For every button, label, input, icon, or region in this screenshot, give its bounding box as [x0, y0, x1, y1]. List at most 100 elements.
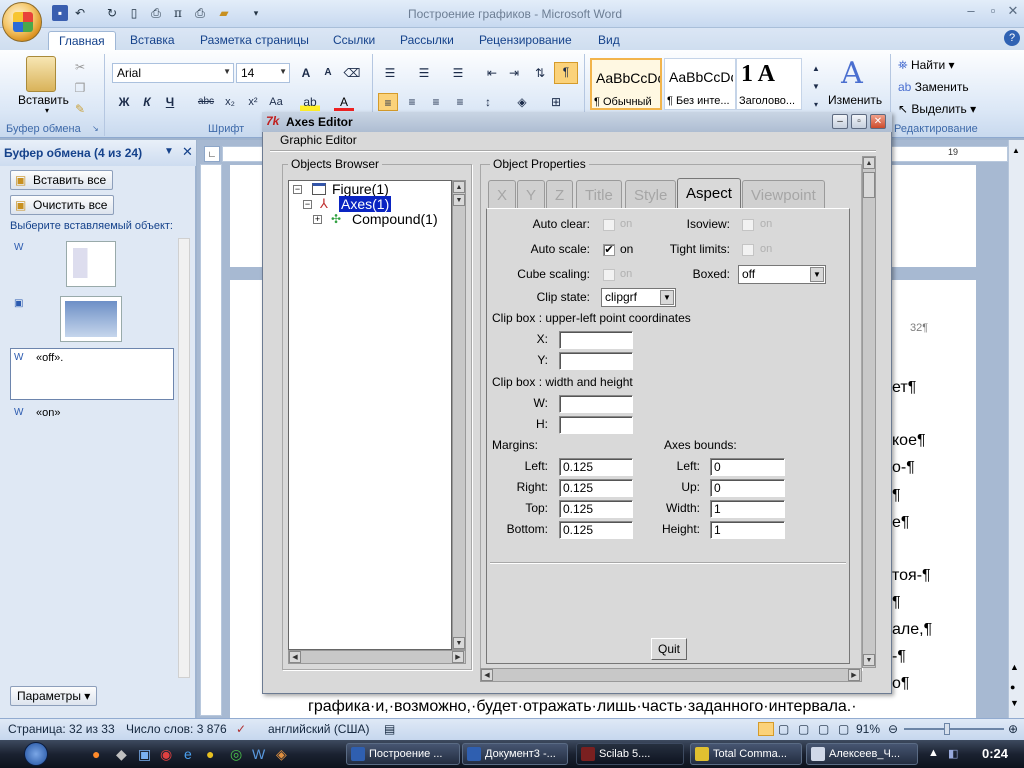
- clipboard-scrollbar[interactable]: [178, 238, 190, 678]
- strikethrough-icon[interactable]: abc: [196, 93, 216, 111]
- select-button[interactable]: ↖ Выделить ▾: [898, 102, 976, 116]
- clipboard-item-1[interactable]: [66, 241, 116, 287]
- bound-height-input[interactable]: 1: [710, 521, 785, 539]
- taskbar-task-totalcmd[interactable]: Total Comma...: [690, 743, 802, 765]
- clipboard-launcher-icon[interactable]: ↘: [92, 124, 99, 133]
- clear-format-icon[interactable]: ⌫: [342, 64, 362, 82]
- object-tree[interactable]: [288, 180, 452, 650]
- close-icon[interactable]: ✕: [1002, 2, 1024, 20]
- bound-up-input[interactable]: 0: [710, 479, 785, 497]
- zoom-in-icon[interactable]: ⊕: [1008, 722, 1018, 736]
- paste-all-button[interactable]: ▣ Вставить все: [10, 170, 114, 190]
- zoom-slider-thumb[interactable]: [944, 723, 950, 735]
- scroll-left-icon[interactable]: ◀: [481, 669, 493, 681]
- tab-viewpoint[interactable]: Viewpoint: [742, 180, 825, 208]
- firefox-icon[interactable]: ●: [92, 746, 100, 762]
- preview-icon[interactable]: ⎙: [148, 5, 164, 21]
- clip-x-input[interactable]: [559, 331, 633, 349]
- maximize-icon[interactable]: ▫: [851, 114, 867, 129]
- tree-node-compound[interactable]: Compound(1): [352, 211, 438, 227]
- axes-editor-titlebar[interactable]: 7k Axes Editor – ▫ ✕: [262, 112, 892, 132]
- underline-icon[interactable]: Ч: [160, 93, 180, 111]
- clip-w-input[interactable]: [559, 395, 633, 413]
- open-icon[interactable]: ▰: [216, 5, 232, 21]
- styles-scroll-down-icon[interactable]: ▼: [806, 78, 826, 96]
- help-icon[interactable]: ?: [1004, 30, 1020, 46]
- show-marks-icon[interactable]: ¶: [554, 62, 578, 84]
- clip-y-input[interactable]: [559, 352, 633, 370]
- ie-icon[interactable]: e: [184, 746, 192, 762]
- margin-right-input[interactable]: 0.125: [559, 479, 633, 497]
- margin-bottom-input[interactable]: 0.125: [559, 521, 633, 539]
- app-icon[interactable]: W: [252, 746, 265, 762]
- pane-close-icon[interactable]: ✕: [182, 144, 193, 160]
- clear-all-button[interactable]: ▣ Очистить все: [10, 195, 115, 215]
- zoom-out-icon[interactable]: ⊖: [888, 722, 898, 736]
- save-icon[interactable]: ▪: [52, 5, 68, 21]
- tree-node-axes[interactable]: Axes(1): [339, 196, 392, 212]
- tab-mailings[interactable]: Рассылки: [400, 31, 454, 50]
- cube-scaling-checkbox[interactable]: [603, 269, 615, 281]
- tab-y[interactable]: Y: [517, 180, 546, 208]
- style-normal[interactable]: AaBbCcDc ¶ Обычный: [590, 58, 662, 110]
- bound-left-input[interactable]: 0: [710, 458, 785, 476]
- clipboard-item-3[interactable]: [10, 348, 174, 400]
- font-name-combo[interactable]: Arial ▼: [112, 63, 234, 83]
- close-icon[interactable]: ✕: [870, 114, 886, 129]
- scroll-up-icon[interactable]: ▲: [453, 181, 465, 193]
- tree-vertical-scrollbar[interactable]: [452, 180, 466, 650]
- document-scrollbar[interactable]: [1008, 140, 1024, 718]
- outline-icon[interactable]: ▢: [818, 722, 829, 736]
- tab-page-layout[interactable]: Разметка страницы: [200, 31, 309, 50]
- macro-icon[interactable]: ▤: [384, 722, 395, 736]
- zoom-slider[interactable]: [904, 728, 1004, 730]
- change-styles-button[interactable]: Изменить: [828, 93, 882, 107]
- collapse-icon[interactable]: −: [293, 185, 302, 194]
- multilevel-list-icon[interactable]: ☰: [448, 64, 468, 82]
- copy-icon[interactable]: ❐: [70, 79, 90, 97]
- tab-x[interactable]: X: [488, 180, 517, 208]
- taskbar-task-word2[interactable]: Документ3 -...: [462, 743, 568, 765]
- print-layout-icon[interactable]: [758, 722, 774, 736]
- decrease-indent-icon[interactable]: ⇤: [482, 64, 502, 82]
- highlight-icon[interactable]: ab: [300, 93, 320, 111]
- restore-icon[interactable]: ▫: [982, 2, 1004, 20]
- auto-clear-checkbox[interactable]: [603, 219, 615, 231]
- full-screen-icon[interactable]: ▢: [778, 722, 789, 736]
- italic-icon[interactable]: К: [137, 93, 157, 111]
- sort-icon[interactable]: ⇅: [530, 64, 550, 82]
- status-words[interactable]: Число слов: 3 876: [126, 722, 227, 736]
- font-color-icon[interactable]: A: [334, 93, 354, 111]
- office-button[interactable]: [2, 2, 42, 42]
- align-center-icon[interactable]: ≡: [402, 93, 422, 111]
- scroll-down-icon[interactable]: ▼: [453, 194, 465, 206]
- cut-icon[interactable]: ✂: [70, 58, 90, 76]
- bound-width-input[interactable]: 1: [710, 500, 785, 518]
- expand-icon[interactable]: +: [313, 215, 322, 224]
- scroll-up-icon[interactable]: ▲: [1009, 146, 1023, 160]
- borders-icon[interactable]: ⊞: [546, 93, 566, 111]
- next-page-icon[interactable]: ▼: [1010, 698, 1022, 712]
- properties-horizontal-scrollbar[interactable]: [480, 668, 862, 682]
- tab-z[interactable]: Z: [546, 180, 574, 208]
- auto-scale-checkbox[interactable]: ✔: [603, 244, 615, 256]
- superscript-icon[interactable]: x²: [243, 93, 263, 111]
- options-button[interactable]: Параметры ▾: [10, 686, 98, 706]
- replace-button[interactable]: ab Заменить: [898, 80, 969, 94]
- margin-left-input[interactable]: 0.125: [559, 458, 633, 476]
- spelling-icon[interactable]: ✓: [236, 722, 246, 736]
- app-icon[interactable]: ◈: [276, 746, 287, 763]
- subscript-icon[interactable]: x₂: [220, 93, 240, 111]
- scrollbar-thumb[interactable]: [863, 172, 875, 198]
- new-doc-icon[interactable]: ▯: [126, 5, 142, 21]
- zoom-level[interactable]: 91%: [856, 722, 880, 736]
- chrome-icon[interactable]: ◎: [230, 746, 242, 763]
- pane-menu-icon[interactable]: ▼: [164, 146, 174, 157]
- isoview-checkbox[interactable]: [742, 219, 754, 231]
- shrink-font-icon[interactable]: A: [318, 64, 338, 82]
- web-layout-icon[interactable]: ▢: [798, 722, 809, 736]
- paste-button[interactable]: Вставить: [18, 93, 69, 107]
- style-heading1[interactable]: 1 A Заголово...: [736, 58, 802, 110]
- scroll-down-icon[interactable]: ▼: [453, 637, 465, 649]
- equation-icon[interactable]: π: [170, 5, 186, 21]
